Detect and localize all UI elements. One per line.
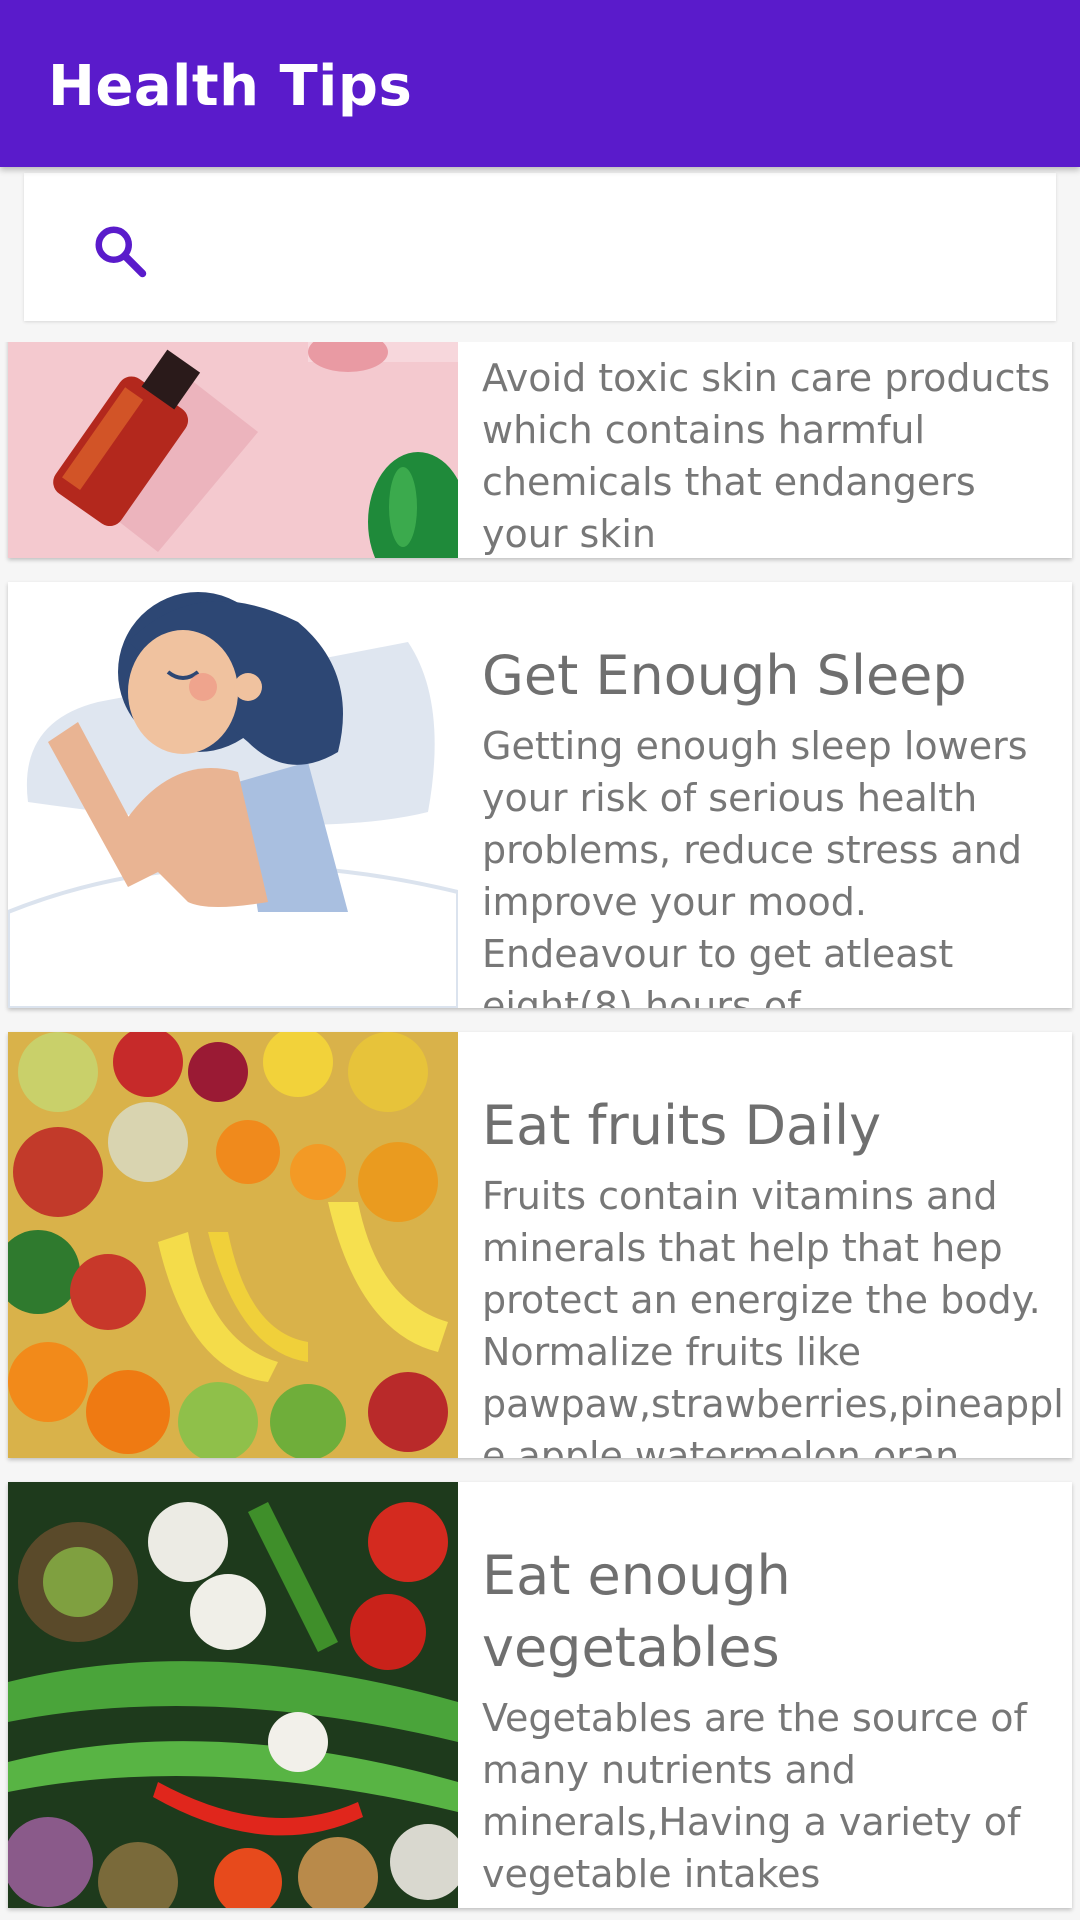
vegetables-image [8,1482,458,1908]
sleeping-girl-image [8,582,458,1008]
tip-title: Get Enough Sleep [482,644,967,707]
app-bar: Health Tips [0,0,1080,167]
search-input[interactable] [174,213,1034,283]
search-box[interactable] [24,173,1056,321]
fruits-image [8,1032,458,1458]
tip-card-sleep[interactable]: Get Enough Sleep Getting enough sleep lo… [8,582,1072,1008]
search-icon[interactable] [90,221,150,281]
tip-card-fruits[interactable]: Eat fruits Daily Fruits contain vitamins… [8,1032,1072,1458]
tip-title: Eat fruits Daily [482,1094,882,1157]
tip-card-text: Avoid toxic skin care products which con… [482,342,1066,558]
tips-list[interactable]: Avoid toxic skin care products which con… [0,342,1080,1920]
app-title: Health Tips [48,54,413,119]
tip-card-text: Eat fruits Daily Fruits contain vitamins… [482,1032,1066,1458]
tip-card-vegetables[interactable]: Eat enough vegetables Vegetables are the… [8,1482,1072,1908]
tip-card-text: Eat enough vegetables Vegetables are the… [482,1482,1066,1908]
tip-description: Vegetables are the source of many nutrie… [482,1696,1027,1896]
tip-card-text: Get Enough Sleep Getting enough sleep lo… [482,582,1066,1008]
tip-card-skin-care[interactable]: Avoid toxic skin care products which con… [8,342,1072,558]
tip-description: Avoid toxic skin care products which con… [482,356,1051,556]
search-bar-container [0,167,1080,342]
tip-description: Fruits contain vitamins and minerals tha… [482,1174,1064,1458]
tip-description: Getting enough sleep lowers your risk of… [482,724,1028,1008]
tip-title: Eat enough vegetables [482,1544,791,1679]
skin-care-bottles-image [8,342,458,558]
